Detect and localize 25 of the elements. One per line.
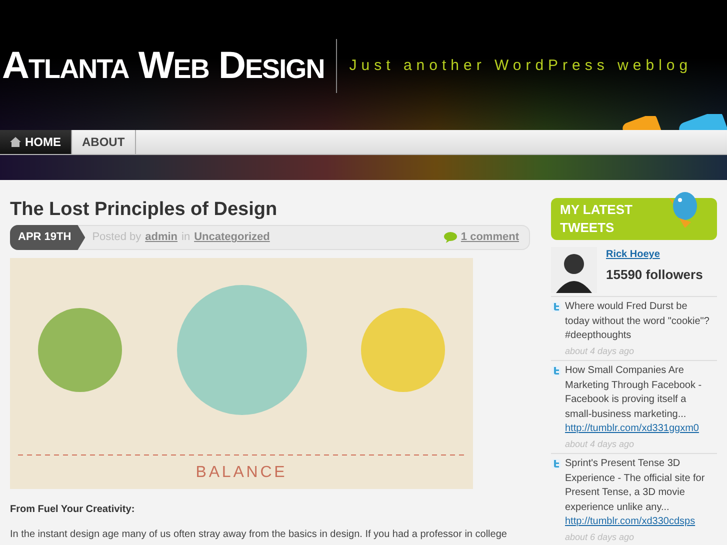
tweets-heading: MY LATEST TWEETS <box>560 201 634 237</box>
post-date: APR 19TH <box>10 225 86 250</box>
post-body-text: In the instant design age many of us often stray away from the basics in design. If you had a professor in college <box>10 528 508 542</box>
category-link[interactable]: Uncategorized <box>194 229 270 246</box>
source-label: From Fuel Your Creativity: <box>10 503 136 517</box>
tweet-time: about 6 days ago <box>565 530 636 544</box>
tweet-time: about 4 days ago <box>565 344 636 358</box>
tweet-link[interactable]: http://tumblr.com/xd330cdsps <box>565 515 711 530</box>
tweet-link[interactable]: http://tumblr.com/xd331ggxm0 <box>565 422 711 436</box>
nav-tab[interactable]: ABOUT <box>72 130 136 154</box>
tweet-text: Sprint's Present Tense 3D Experience - The official site for Present Tense, a 3D movie experience unlike any... <box>565 457 706 514</box>
author-link[interactable]: admin <box>145 229 178 246</box>
twitter-user-link[interactable]: Rick Hoeye <box>606 247 703 262</box>
post-title[interactable]: The Lost Principles of Design <box>10 198 530 222</box>
tweet-time: about 4 days ago <box>565 438 636 451</box>
comments-link[interactable]: 1 comment <box>460 229 519 246</box>
site-title[interactable]: Atlanta Web Design <box>0 47 336 85</box>
tweet-text: Where would Fred Durst be today without the word "cookie"? #deepthoughts <box>565 300 710 343</box>
tweet-text: How Small Companies Are Marketing Through Facebook - Facebook is proving itself a small-business marketing... <box>565 364 703 422</box>
speech-bubble-icon <box>444 232 457 243</box>
site-tagline: Just another WordPress weblog <box>348 56 692 76</box>
home-icon <box>10 137 21 147</box>
illustration-caption: BALANCE <box>196 463 288 483</box>
followers-count: 15590 followers <box>606 266 703 284</box>
nav-tab[interactable]: HOME <box>0 130 72 154</box>
